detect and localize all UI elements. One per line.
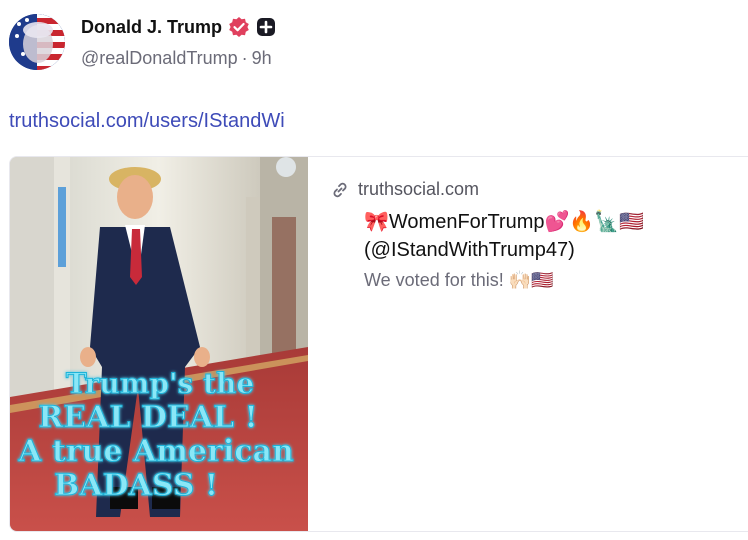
author-name-row: Donald J. Trump [81, 14, 276, 40]
author-meta: @realDonaldTrump · 9h [81, 48, 272, 69]
verified-icon [228, 16, 250, 38]
link-preview-body: truthsocial.com 🎀WomenForTrump💕🔥🗽🇺🇸 (@IS… [330, 179, 740, 291]
caption-line-3: A true American [17, 434, 294, 469]
link-title-line-1: 🎀WomenForTrump💕🔥🗽🇺🇸 [364, 211, 645, 233]
post-timestamp[interactable]: 9h [252, 48, 272, 68]
caption-line-1: Trump's the [66, 367, 254, 400]
truth-plus-icon [256, 17, 276, 37]
meta-separator: · [241, 48, 248, 68]
link-preview-image: Trump's the REAL DEAL ! A true American … [10, 157, 308, 531]
avatar[interactable] [9, 14, 65, 70]
link-title[interactable]: 🎀WomenForTrump💕🔥🗽🇺🇸 (@IStandWithTrump47) [364, 208, 740, 264]
link-description: We voted for this! 🙌🏻🇺🇸 [364, 270, 554, 290]
avatar-image [9, 14, 65, 70]
link-domain-row: truthsocial.com [330, 179, 740, 200]
author-handle[interactable]: @realDonaldTrump [81, 48, 238, 68]
link-icon [330, 180, 350, 200]
caption-line-2: REAL DEAL ! [38, 400, 257, 435]
author-display-name[interactable]: Donald J. Trump [81, 17, 222, 38]
caption-line-4: BADASS ! [54, 468, 218, 503]
link-domain: truthsocial.com [358, 179, 480, 199]
link-preview-card[interactable]: Trump's the REAL DEAL ! A true American … [9, 156, 748, 532]
link-title-line-2: (@IStandWithTrump47) [364, 239, 575, 261]
post-link[interactable]: truthsocial.com/users/IStandWi [9, 110, 285, 133]
